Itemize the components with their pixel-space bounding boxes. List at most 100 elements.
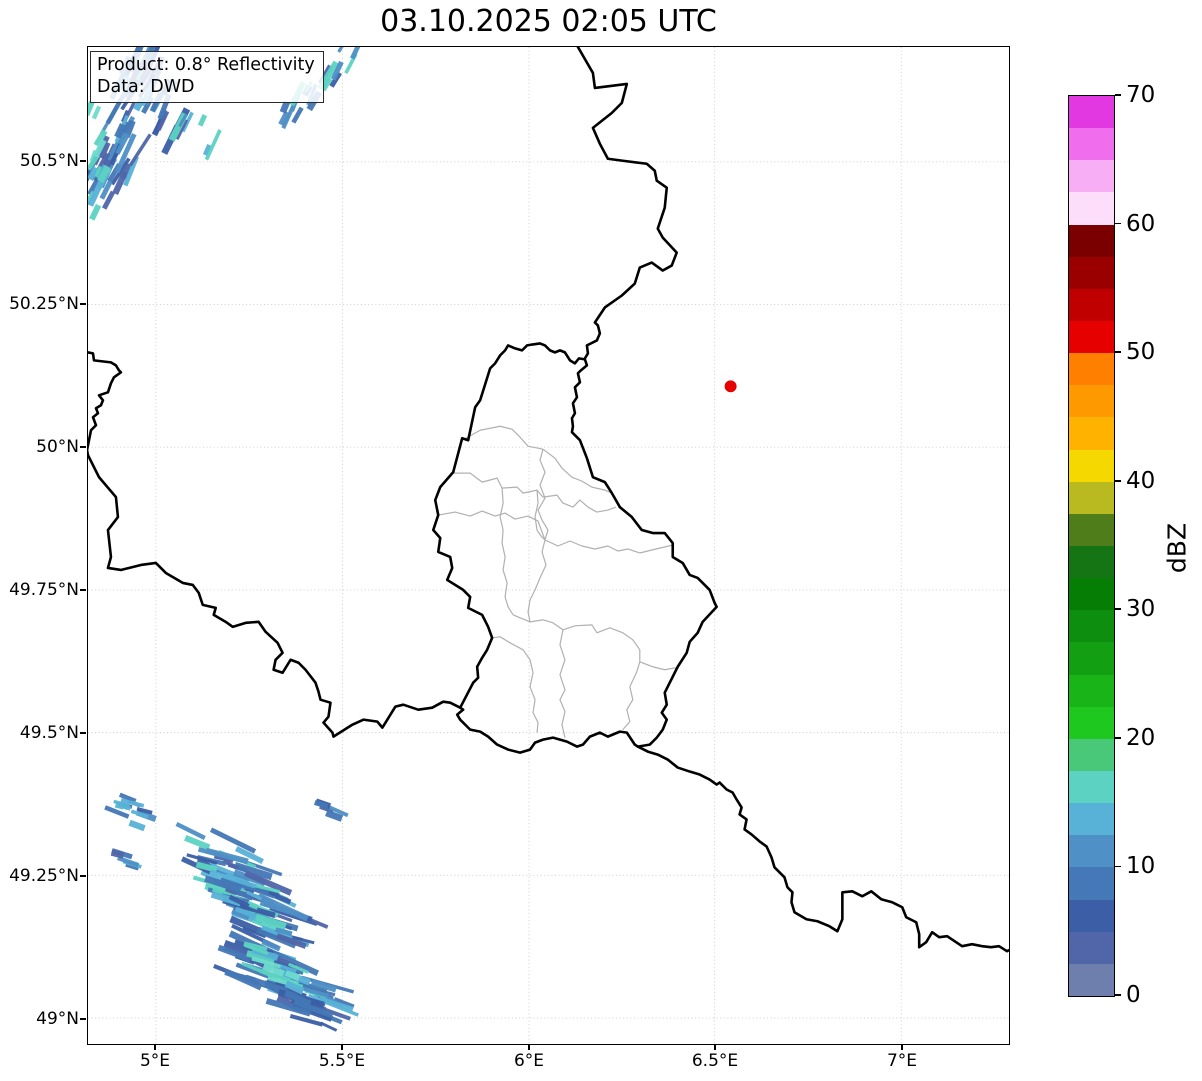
colorbar-tick-mark <box>1115 479 1121 482</box>
echo-streak <box>197 114 208 127</box>
colorbar-segment <box>1069 417 1114 450</box>
y-tick-label: 49.25°N <box>9 866 79 886</box>
colorbar <box>1068 95 1115 997</box>
radar-site-dot <box>724 380 737 393</box>
colorbar-segment <box>1069 385 1114 418</box>
x-tick-mark <box>528 1045 530 1050</box>
colorbar-segment <box>1069 256 1114 289</box>
radar-site-marker-layer <box>724 380 737 393</box>
echo-streak <box>209 827 257 854</box>
colorbar-segment <box>1069 899 1114 932</box>
x-tick-mark <box>341 1045 343 1050</box>
colorbar-tick-mark <box>1115 222 1121 225</box>
colorbar-tick-label: 20 <box>1126 724 1156 751</box>
figure-title: 03.10.2025 02:05 UTC <box>380 4 717 39</box>
echo-streak <box>279 100 291 114</box>
colorbar-segment <box>1069 288 1114 321</box>
echo-streak <box>320 1021 338 1032</box>
colorbar-segment <box>1069 578 1114 611</box>
y-tick-label: 49.75°N <box>9 580 79 600</box>
x-tick-mark <box>154 1045 156 1050</box>
echo-streak <box>274 893 292 905</box>
echo-streak <box>91 105 102 120</box>
echo-streak <box>88 100 95 116</box>
colorbar-tick-mark <box>1115 94 1121 96</box>
y-tick-mark <box>80 589 86 591</box>
colorbar-segment <box>1069 706 1114 739</box>
radar-echo-layer <box>88 47 361 1032</box>
y-tick-mark <box>80 1018 86 1020</box>
echo-streak <box>116 801 129 810</box>
data-source-label: Data: DWD <box>97 77 195 97</box>
y-tick-label: 50.25°N <box>9 294 79 314</box>
product-info-box: Product: 0.8° Reflectivity Data: DWD <box>90 51 324 103</box>
colorbar-segment <box>1069 931 1114 964</box>
echo-streak <box>175 821 206 840</box>
x-tick-label: 5°E <box>139 1051 171 1071</box>
colorbar-tick-label: 60 <box>1126 210 1156 237</box>
x-tick-label: 7°E <box>886 1051 918 1071</box>
colorbar-segment <box>1069 160 1114 193</box>
x-tick-mark <box>901 1045 903 1050</box>
colorbar-tick-label: 40 <box>1126 467 1156 494</box>
product-label: Product: 0.8° Reflectivity <box>97 55 315 75</box>
echo-streak <box>89 203 102 221</box>
colorbar-segment <box>1069 128 1114 161</box>
colorbar-segment <box>1069 835 1114 868</box>
border-belgium-germany <box>576 47 679 360</box>
colorbar-segment <box>1069 449 1114 482</box>
colorbar-segment <box>1069 963 1114 996</box>
colorbar-tick-mark <box>1115 351 1121 354</box>
colorbar-tick-label: 70 <box>1126 82 1156 108</box>
colorbar-tick-label: 0 <box>1126 982 1141 1008</box>
colorbar-segment <box>1069 770 1114 804</box>
colorbar-segment <box>1069 642 1114 675</box>
colorbar-axis-label: dBZ <box>1162 522 1192 574</box>
colorbar-segment <box>1069 353 1114 386</box>
y-tick-label: 50.5°N <box>19 151 79 171</box>
colorbar-segment <box>1069 513 1114 546</box>
border-france-germany <box>636 745 1009 953</box>
echo-streak <box>128 819 146 832</box>
echo-streak <box>291 106 304 124</box>
admin-borders <box>438 425 676 738</box>
y-tick-mark <box>80 732 86 734</box>
y-tick-mark <box>80 875 86 877</box>
echo-streak <box>110 849 125 859</box>
colorbar-segment <box>1069 674 1114 707</box>
border-france-belgium <box>88 351 462 738</box>
echo-streak <box>184 834 211 851</box>
x-tick-label: 5.5°E <box>318 1051 366 1071</box>
colorbar-segment <box>1069 224 1114 257</box>
colorbar-tick-mark <box>1115 865 1121 868</box>
colorbar-tick-label: 10 <box>1126 853 1156 880</box>
x-tick-mark <box>714 1045 716 1050</box>
y-tick-label: 49.5°N <box>19 723 79 743</box>
colorbar-segment <box>1069 96 1114 129</box>
y-tick-mark <box>80 303 86 305</box>
colorbar-segment <box>1069 610 1114 643</box>
y-tick-mark <box>80 160 86 162</box>
map-canvas <box>88 47 1009 1044</box>
border-luxembourg <box>431 342 718 754</box>
y-tick-mark <box>80 446 86 448</box>
map-plot-area: Product: 0.8° Reflectivity Data: DWD <box>87 46 1010 1045</box>
country-borders <box>88 47 1009 953</box>
colorbar-segment <box>1069 545 1114 579</box>
colorbar-tick-label: 30 <box>1126 596 1156 623</box>
colorbar-segment <box>1069 867 1114 900</box>
y-tick-label: 49°N <box>36 1009 79 1029</box>
colorbar-tick-mark <box>1115 994 1121 996</box>
colorbar-tick-mark <box>1115 736 1121 739</box>
colorbar-segment <box>1069 192 1114 225</box>
x-tick-label: 6.5°E <box>691 1051 739 1071</box>
colorbar-segment <box>1069 738 1114 771</box>
colorbar-tick-mark <box>1115 608 1121 611</box>
colorbar-segment <box>1069 481 1114 514</box>
y-tick-label: 50°N <box>36 437 79 457</box>
colorbar-segment <box>1069 803 1114 836</box>
x-tick-label: 6°E <box>513 1051 545 1071</box>
colorbar-tick-label: 50 <box>1126 339 1156 366</box>
echo-streak <box>289 1013 324 1027</box>
colorbar-segment <box>1069 320 1114 354</box>
